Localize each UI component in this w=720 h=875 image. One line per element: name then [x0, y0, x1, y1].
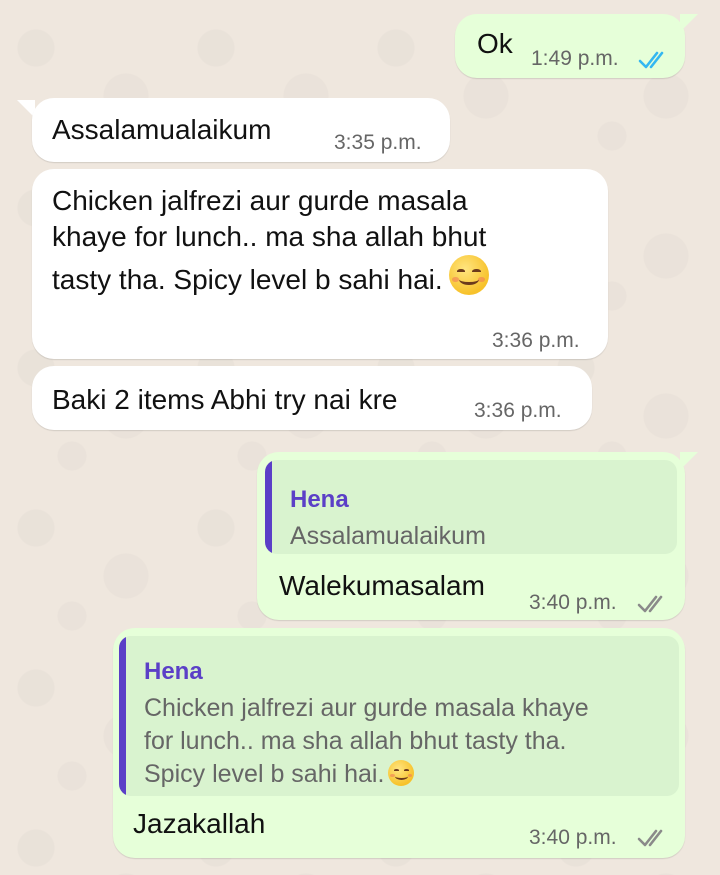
- message-time: 1:49 p.m.: [531, 47, 619, 70]
- smiling-face-icon: [448, 255, 489, 295]
- message-time: 3:40 p.m.: [529, 591, 617, 614]
- quote-accent-bar: [265, 460, 272, 554]
- bubble-tail: [680, 14, 698, 32]
- quote-author: Hena: [144, 658, 203, 685]
- double-check-delivered-icon: [637, 595, 663, 613]
- message-text: Chicken jalfrezi aur gurde masala khaye …: [52, 183, 489, 298]
- message-bubble-incoming[interactable]: Baki 2 items Abhi try nai kre 3:36 p.m.: [32, 366, 592, 430]
- message-text: Walekumasalam: [279, 570, 485, 601]
- chat-thread[interactable]: Ok 1:49 p.m. Assalamualaikum 3:35 p.m. C…: [0, 0, 720, 875]
- smiling-face-icon: [388, 760, 415, 786]
- quoted-message[interactable]: Hena Assalamualaikum: [265, 460, 677, 554]
- bubble-tail: [680, 452, 698, 470]
- message-bubble-outgoing[interactable]: Hena Assalamualaikum Walekumasalam 3:40 …: [257, 452, 685, 620]
- quote-author: Hena: [290, 486, 349, 513]
- message-text: Assalamualaikum: [52, 114, 272, 145]
- quote-accent-bar: [119, 636, 126, 796]
- message-text: Ok: [477, 28, 513, 59]
- message-bubble-outgoing[interactable]: Hena Chicken jalfrezi aur gurde masala k…: [113, 628, 685, 858]
- quote-text: Assalamualaikum: [290, 522, 486, 550]
- message-time: 3:36 p.m.: [474, 399, 562, 422]
- quoted-message[interactable]: Hena Chicken jalfrezi aur gurde masala k…: [119, 636, 679, 796]
- message-text: Jazakallah: [133, 808, 266, 839]
- message-bubble-outgoing[interactable]: Ok 1:49 p.m.: [455, 14, 685, 78]
- double-check-delivered-icon: [637, 829, 663, 847]
- message-text: Baki 2 items Abhi try nai kre: [52, 384, 398, 415]
- message-bubble-incoming[interactable]: Chicken jalfrezi aur gurde masala khaye …: [32, 169, 608, 359]
- message-time: 3:36 p.m.: [492, 329, 580, 352]
- double-check-read-icon: [638, 51, 664, 69]
- message-time: 3:40 p.m.: [529, 826, 617, 849]
- message-time: 3:35 p.m.: [334, 131, 422, 154]
- message-bubble-incoming[interactable]: Assalamualaikum 3:35 p.m.: [32, 98, 450, 162]
- quote-text: Chicken jalfrezi aur gurde masala khaye …: [144, 694, 589, 788]
